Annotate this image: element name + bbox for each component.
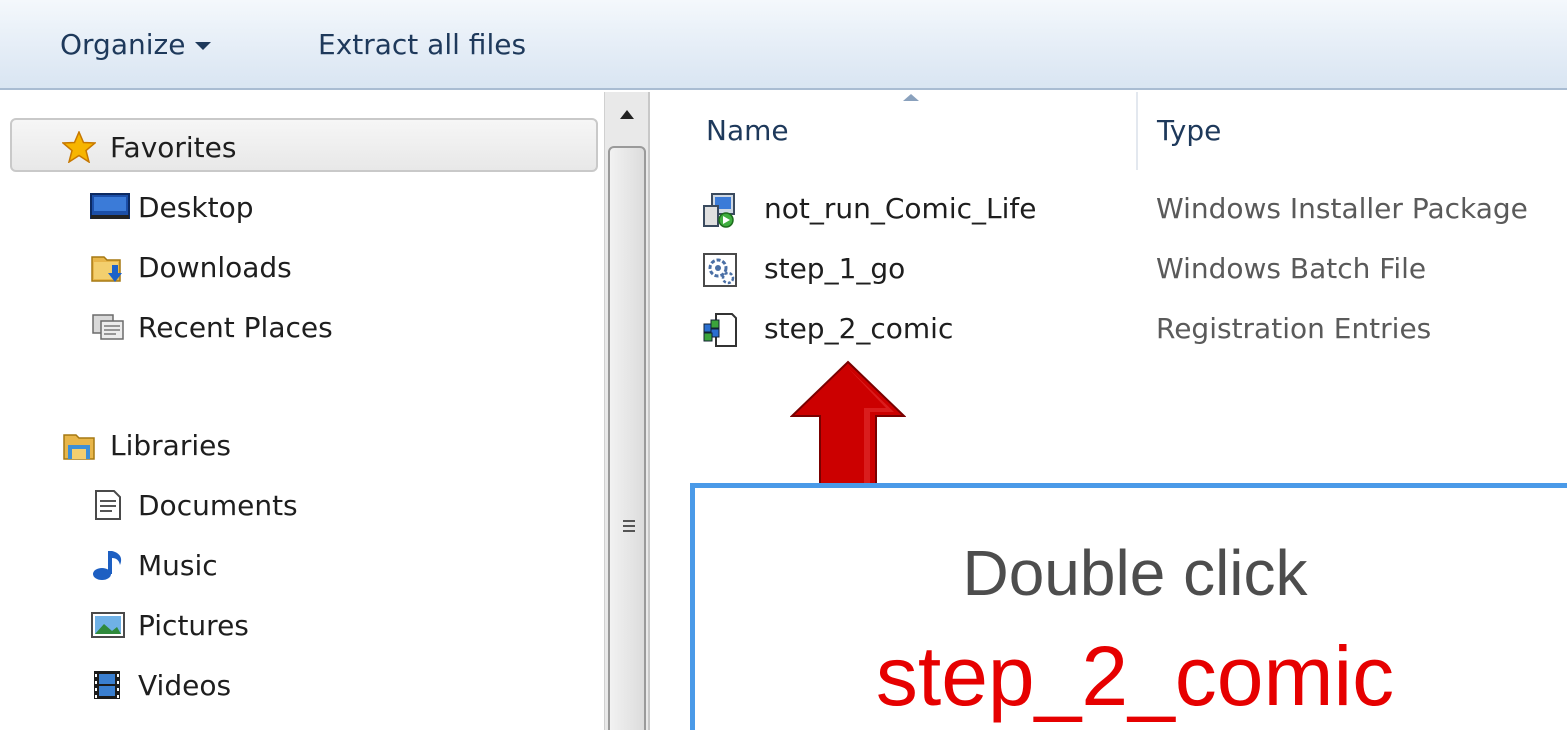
navigation-scrollbar[interactable] (604, 92, 650, 730)
nav-item-pictures[interactable]: Pictures (90, 600, 249, 650)
file-name: step_1_go (764, 252, 906, 285)
column-divider[interactable] (1136, 92, 1138, 170)
libraries-folder-icon (62, 429, 96, 461)
star-icon (61, 130, 97, 164)
document-icon (90, 489, 124, 521)
nav-item-label: Libraries (110, 428, 231, 462)
nav-item-documents[interactable]: Documents (90, 480, 298, 530)
file-type: Windows Batch File (1156, 252, 1427, 285)
nav-item-label: Recent Places (138, 310, 333, 344)
scroll-up-arrow-icon[interactable] (620, 110, 634, 119)
registry-file-icon (702, 312, 738, 348)
column-header-type[interactable]: Type (1157, 114, 1221, 147)
nav-item-label: Music (138, 548, 218, 582)
film-icon (90, 669, 124, 701)
nav-item-label: Downloads (138, 250, 292, 284)
file-type: Registration Entries (1156, 312, 1432, 345)
navigation-pane: Favorites Desktop Downloads Recent Place… (0, 92, 604, 730)
file-type: Windows Installer Package (1156, 192, 1528, 225)
red-up-arrow-icon (790, 360, 906, 488)
extract-all-files-button[interactable]: Extract all files (318, 28, 526, 61)
file-row-step-1-go[interactable]: step_1_go Windows Batch File (702, 242, 1567, 298)
nav-item-music[interactable]: Music (90, 540, 218, 590)
grip-line (623, 520, 635, 522)
file-row-step-2-comic[interactable]: step_2_comic Registration Entries (702, 302, 1567, 358)
nav-item-favorites[interactable]: Favorites (61, 122, 237, 172)
instruction-text: Double click (962, 537, 1308, 609)
nav-item-videos[interactable]: Videos (90, 660, 231, 710)
dropdown-arrow-icon (195, 42, 212, 50)
installer-package-icon (702, 192, 738, 228)
instruction-callout: Double click step_2_comic (690, 483, 1567, 730)
nav-item-label: Desktop (138, 190, 254, 224)
sort-ascending-icon (903, 94, 919, 101)
nav-item-label: Documents (138, 488, 298, 522)
nav-item-label: Videos (138, 668, 232, 702)
instruction-filename: step_2_comic (875, 629, 1395, 723)
file-row-not-run-comic-life[interactable]: not_run_Comic_Life Windows Installer Pac… (702, 182, 1567, 238)
command-bar: Organize Extract all files (0, 0, 1567, 90)
picture-icon (90, 609, 125, 641)
grip-line (623, 525, 635, 527)
grip-line (623, 530, 635, 532)
desktop-icon (90, 191, 130, 223)
column-header-name[interactable]: Name (706, 114, 789, 147)
organize-button[interactable]: Organize (60, 28, 212, 61)
downloads-folder-icon (90, 251, 124, 283)
nav-item-label: Pictures (138, 608, 249, 642)
file-name: not_run_Comic_Life (764, 192, 1037, 225)
nav-item-desktop[interactable]: Desktop (90, 182, 253, 232)
nav-item-libraries[interactable]: Libraries (62, 420, 231, 470)
music-note-icon (90, 549, 124, 581)
organize-label: Organize (60, 28, 186, 61)
file-name: step_2_comic (764, 312, 954, 345)
recent-places-icon (90, 311, 124, 343)
nav-item-recent-places[interactable]: Recent Places (90, 302, 333, 352)
batch-file-icon (702, 252, 738, 288)
nav-item-label: Favorites (110, 130, 237, 164)
nav-item-downloads[interactable]: Downloads (90, 242, 292, 292)
scrollbar-thumb[interactable] (608, 146, 646, 730)
